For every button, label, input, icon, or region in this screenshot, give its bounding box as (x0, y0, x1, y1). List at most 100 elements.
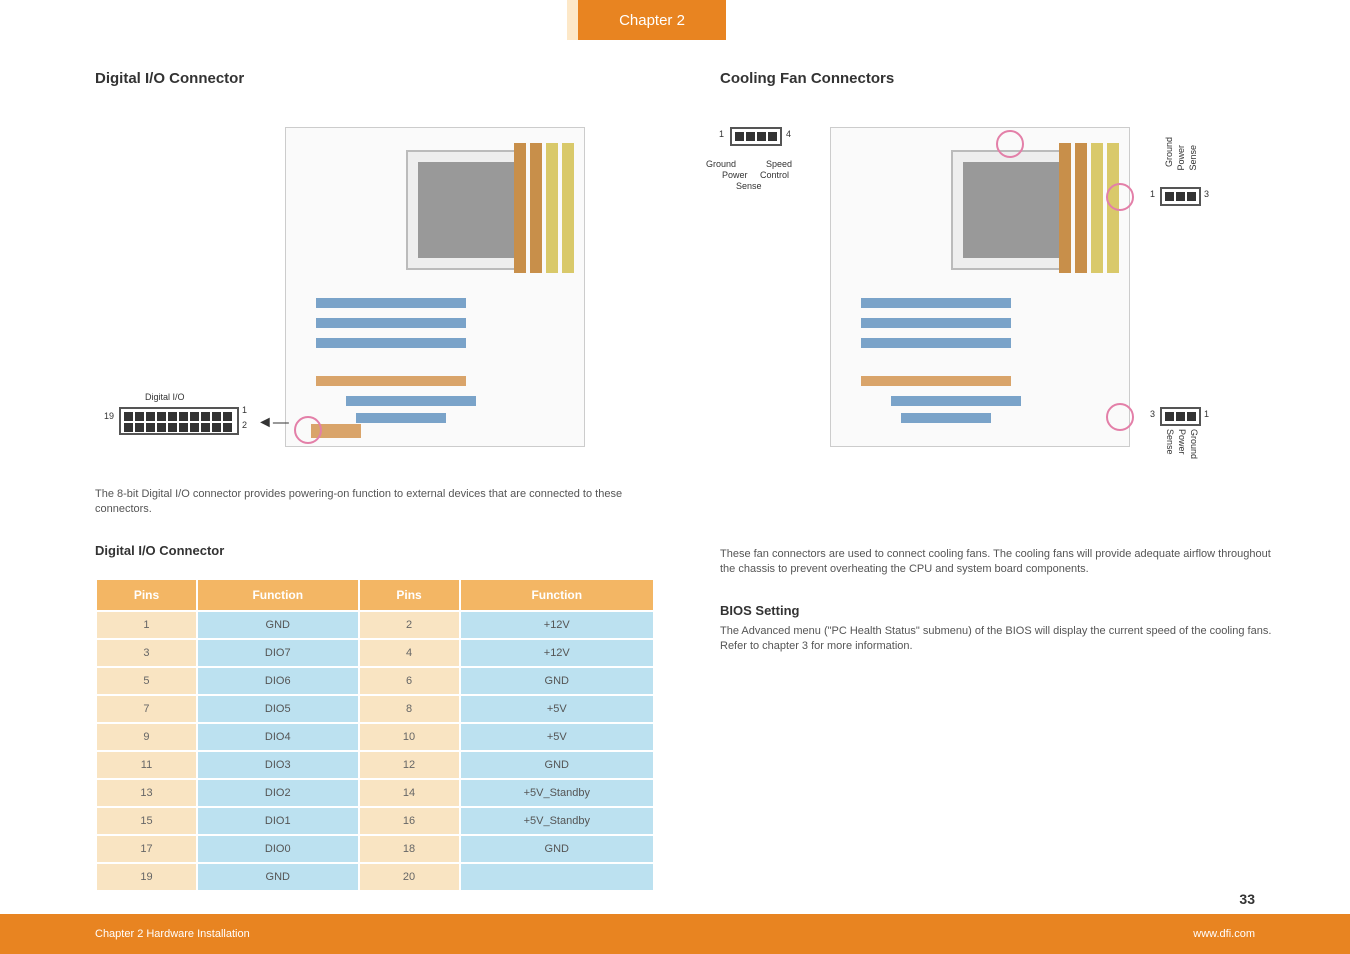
pin-cell: 7 (97, 696, 196, 722)
table-row: 9DIO410+5V (97, 724, 653, 750)
pin-cell: 16 (360, 808, 459, 834)
function-cell: DIO1 (198, 808, 358, 834)
board-diagram-right: 1 4 Ground Power Sense Speed Control 1 3… (720, 127, 1280, 527)
function-cell: +5V (461, 696, 653, 722)
left-column: Digital I/O Connector Digital I/O 19 1 2… (95, 40, 655, 892)
pin-cell: 15 (97, 808, 196, 834)
sys-fan-connector-icon (1160, 407, 1201, 426)
table-heading: Digital I/O Connector (95, 543, 655, 558)
bios-heading: BIOS Setting (720, 603, 1280, 618)
pinout-table: Pins Function Pins Function 1GND2+12V3DI… (95, 578, 655, 892)
table-row: 7DIO58+5V (97, 696, 653, 722)
heading-cooling-fan: Cooling Fan Connectors (720, 70, 1280, 87)
pin-cell: 12 (360, 752, 459, 778)
footer-left: Chapter 2 Hardware Installation (95, 928, 250, 940)
table-row: 11DIO312GND (97, 752, 653, 778)
table-row: 19GND20 (97, 864, 653, 890)
function-cell: DIO2 (198, 780, 358, 806)
cpu-fan-connector-icon (730, 127, 782, 146)
function-cell: DIO7 (198, 640, 358, 666)
pin-signal-label: Sense (1164, 429, 1175, 455)
dimm-slot-icon (562, 143, 574, 273)
cpu-socket-icon (951, 150, 1071, 270)
top-bar: Chapter 2 (0, 0, 1350, 40)
pin-signal-label: Power (1176, 145, 1187, 171)
table-row: 1GND2+12V (97, 612, 653, 638)
pin-cell: 19 (97, 864, 196, 890)
chapter-tab: Chapter 2 (578, 0, 726, 40)
th-function: Function (461, 580, 653, 610)
function-cell: DIO0 (198, 836, 358, 862)
pin-cell: 13 (97, 780, 196, 806)
function-cell: +5V_Standby (461, 780, 653, 806)
function-cell: DIO4 (198, 724, 358, 750)
dio-connector-icon (119, 407, 239, 435)
table-row: 5DIO66GND (97, 668, 653, 694)
function-cell: GND (461, 668, 653, 694)
pin-cell: 3 (97, 640, 196, 666)
pci-slot-icon (861, 318, 1011, 328)
page-footer: Chapter 2 Hardware Installation www.dfi.… (0, 914, 1350, 954)
th-pins: Pins (360, 580, 459, 610)
table-row: 17DIO018GND (97, 836, 653, 862)
pci-slot-icon (861, 376, 1011, 386)
pin-cell: 6 (360, 668, 459, 694)
dimm-slot-icon (530, 143, 542, 273)
bios-description: The Advanced menu ("PC Health Status" su… (720, 624, 1280, 655)
function-cell: GND (198, 612, 358, 638)
pin-label: 3 (1150, 409, 1155, 420)
pci-slot-icon (356, 413, 446, 423)
board-diagram-left: Digital I/O 19 1 2 ◄— (95, 127, 655, 467)
motherboard-illustration (285, 127, 585, 447)
pci-slot-icon (861, 298, 1011, 308)
function-cell: DIO3 (198, 752, 358, 778)
pin-signal-label: Speed (766, 159, 792, 170)
pin-label: 4 (786, 129, 791, 140)
function-cell: GND (198, 864, 358, 890)
pin-label: 1 (1150, 189, 1155, 200)
pin-signal-label: Control (760, 170, 789, 181)
pin-cell: 2 (360, 612, 459, 638)
description-text: The 8-bit Digital I/O connector provides… (95, 487, 655, 518)
pin-signal-label: Sense (736, 181, 762, 192)
pci-slot-icon (861, 338, 1011, 348)
pin-cell: 9 (97, 724, 196, 750)
function-cell: +5V (461, 724, 653, 750)
pin-cell: 8 (360, 696, 459, 722)
pin-cell: 5 (97, 668, 196, 694)
description-text: These fan connectors are used to connect… (720, 547, 1280, 578)
pci-slot-icon (346, 396, 476, 406)
dimm-slot-icon (1059, 143, 1071, 273)
pin-signal-label: Ground (706, 159, 736, 170)
pin-cell: 1 (97, 612, 196, 638)
pin-signal-label: Ground (1188, 429, 1199, 459)
pci-slot-icon (316, 338, 466, 348)
pin-cell: 20 (360, 864, 459, 890)
pci-slot-icon (891, 396, 1021, 406)
function-cell: +12V (461, 612, 653, 638)
right-column: Cooling Fan Connectors 1 4 Ground Power … (720, 40, 1280, 655)
highlight-circle-icon (1106, 403, 1134, 431)
table-row: 15DIO116+5V_Standby (97, 808, 653, 834)
pin-cell: 17 (97, 836, 196, 862)
motherboard-illustration (830, 127, 1130, 447)
sys-fan-connector-icon (1160, 187, 1201, 206)
table-row: 13DIO214+5V_Standby (97, 780, 653, 806)
table-row: 3DIO74+12V (97, 640, 653, 666)
pci-slot-icon (316, 376, 466, 386)
dimm-slot-icon (546, 143, 558, 273)
function-cell: GND (461, 752, 653, 778)
cpu-socket-icon (406, 150, 526, 270)
pin-cell: 10 (360, 724, 459, 750)
page-number: 33 (1239, 884, 1255, 914)
function-cell (461, 864, 653, 890)
pin-label: 1 (719, 129, 724, 140)
pin-cell: 11 (97, 752, 196, 778)
heading-digital-io: Digital I/O Connector (95, 70, 655, 87)
pin-label: 1 (1204, 409, 1209, 420)
pci-slot-icon (901, 413, 991, 423)
pin-signal-label: Power (1176, 429, 1187, 455)
pin-signal-label: Sense (1188, 145, 1199, 171)
footer-right: www.dfi.com (1193, 928, 1255, 940)
function-cell: GND (461, 836, 653, 862)
